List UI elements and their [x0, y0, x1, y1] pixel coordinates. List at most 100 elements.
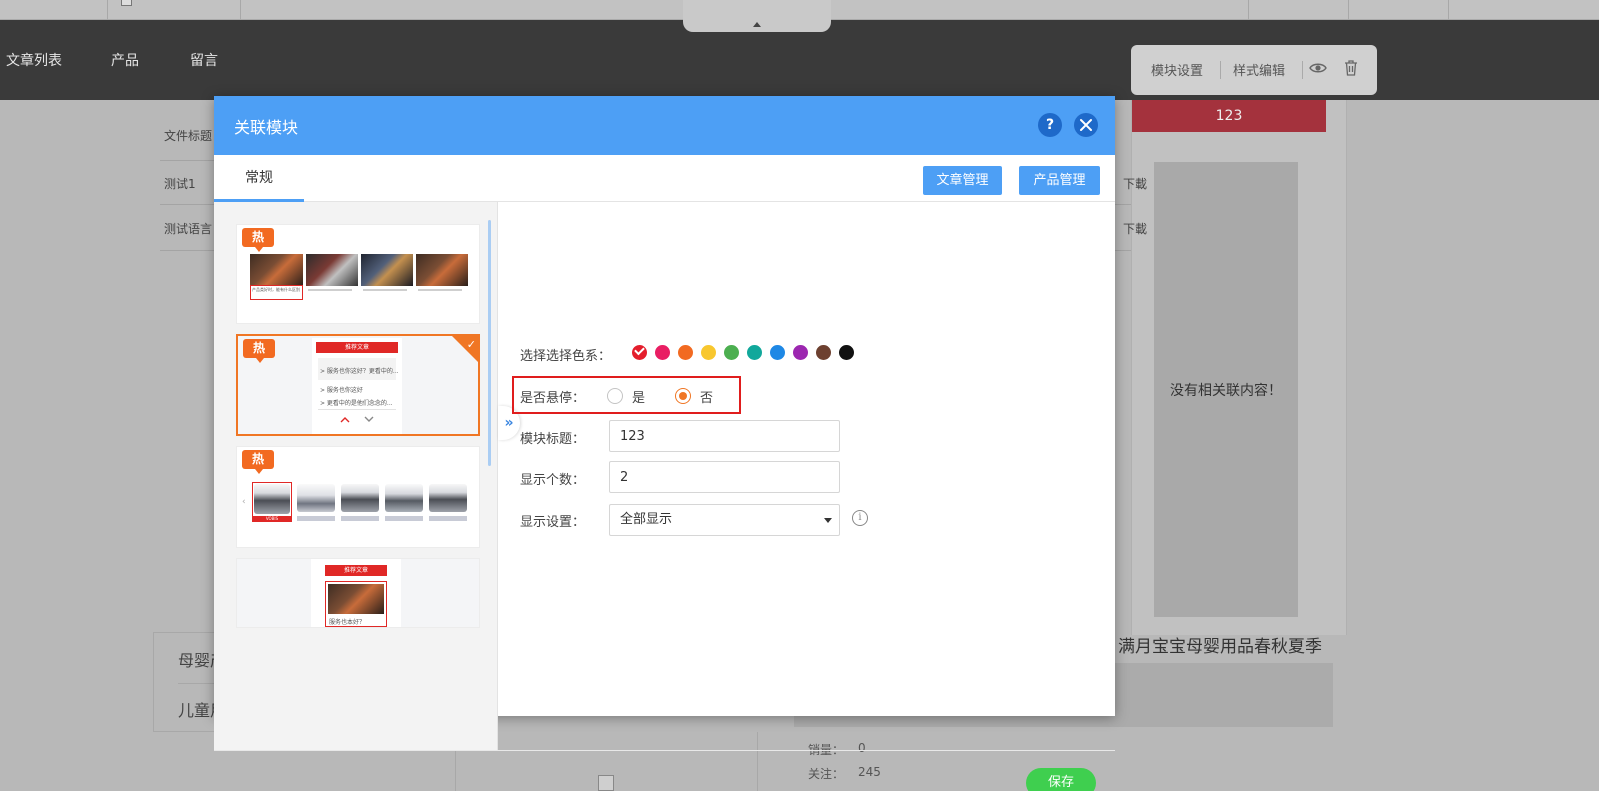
related-module-dialog: 关联模块 ? 常规 文章管理 产品管理 热 产品类好时，能有什么区别 热 ✓ 推…: [214, 96, 1115, 791]
nav-item-articles[interactable]: 文章列表: [6, 50, 62, 70]
template-preview: 推荐文章 服务也本好？: [311, 559, 401, 627]
help-icon[interactable]: ?: [1038, 113, 1062, 137]
template-card[interactable]: 热 产品类好时，能有什么区别: [236, 224, 480, 324]
caret-down-icon: [824, 518, 832, 523]
template-line: > 服务也你这好？更看中的...: [320, 368, 399, 375]
nav-item-messages[interactable]: 留言: [190, 50, 218, 70]
dialog-title: 关联模块: [234, 118, 299, 137]
display-settings-label: 显示设置：: [520, 515, 586, 530]
template-divider: [318, 409, 396, 410]
template-thumbnail: [361, 254, 413, 286]
list-divider: [160, 204, 222, 205]
placeholder-line: [308, 289, 352, 291]
file-title-header: 文件标题: [164, 129, 213, 143]
product-management-button[interactable]: 产品管理: [1019, 166, 1100, 195]
style-edit-button[interactable]: 样式编辑: [1233, 60, 1285, 79]
color-swatch[interactable]: [747, 345, 762, 360]
color-swatch[interactable]: [770, 345, 785, 360]
product-label-placeholder: [429, 516, 467, 521]
product-thumbnail: [341, 484, 379, 512]
hot-badge: 热: [242, 450, 274, 474]
list-item[interactable]: 测试语言: [164, 220, 212, 237]
placeholder-line: [418, 289, 462, 291]
template-header-bar: 推荐文章: [325, 565, 387, 576]
hover-no-radio[interactable]: [675, 388, 691, 404]
display-count-label: 显示个数：: [520, 473, 586, 488]
template-card-selected[interactable]: 热 ✓ 推荐文章 > 服务也你这好？更看中的... > 服务也你这好 > 更看中…: [236, 334, 480, 436]
template-scrollbar[interactable]: [488, 220, 491, 466]
check-icon: ✓: [466, 338, 476, 351]
template-thumbnail: [306, 254, 358, 286]
product-thumbnail: [429, 484, 467, 512]
dialog-tabs: 常规 文章管理 产品管理: [214, 155, 1115, 202]
toolbar-divider: [1220, 61, 1221, 79]
collapse-toolbar-tab[interactable]: [683, 0, 831, 32]
product-label-placeholder: [385, 516, 423, 521]
top-bar-divider: [1348, 0, 1349, 20]
template-list: 热 产品类好时，能有什么区别 热 ✓ 推荐文章 > 服务也你这好？更看中的...…: [214, 202, 498, 750]
checkbox[interactable]: [121, 0, 132, 6]
template-card[interactable]: 热 ‹ VOBIS: [236, 446, 480, 548]
template-thumbnail: [328, 584, 384, 614]
display-settings-value: 全部显示: [620, 512, 673, 527]
product-thumbnail: [297, 484, 335, 512]
list-item[interactable]: 测试1: [164, 175, 196, 192]
color-swatch[interactable]: [793, 345, 808, 360]
template-caption: 服务也本好？: [329, 619, 366, 626]
close-icon[interactable]: [1074, 113, 1098, 137]
hot-badge: 热: [242, 228, 274, 252]
template-preview: 推荐文章 > 服务也你这好？更看中的... > 服务也你这好 > 更看中的是他们…: [312, 338, 402, 434]
dialog-footer: 保存: [214, 750, 1115, 791]
color-swatch[interactable]: [701, 345, 716, 360]
product-label-placeholder: [297, 516, 335, 521]
color-swatch[interactable]: [655, 345, 670, 360]
save-button[interactable]: 保存: [1026, 768, 1096, 791]
template-line: > 更看中的是他们念念的...: [320, 400, 393, 407]
color-swatch[interactable]: [839, 345, 854, 360]
eye-icon[interactable]: [1309, 59, 1327, 77]
module-settings-button[interactable]: 模块设置: [1151, 60, 1203, 79]
chevron-up-icon: [753, 22, 761, 27]
trash-icon[interactable]: [1343, 59, 1359, 77]
product-thumbnail: [254, 484, 290, 514]
related-side-panel: 123 没有相关联内容！: [1131, 100, 1347, 635]
dialog-header: 关联模块 ?: [214, 96, 1115, 155]
template-card[interactable]: 推荐文章 服务也本好？: [236, 558, 480, 628]
check-icon: [634, 344, 645, 356]
nav-item-products[interactable]: 产品: [111, 50, 139, 70]
top-bar-divider: [1248, 0, 1249, 20]
hover-yes-label[interactable]: 是: [632, 387, 645, 406]
top-bar-divider: [1448, 0, 1449, 20]
color-swatch[interactable]: [724, 345, 739, 360]
module-settings-form: 选择选择色系： 是否悬停： 是 否 模块标题： 显示个数： 显示设置： 全部显示…: [512, 202, 1115, 738]
display-count-input[interactable]: [609, 461, 840, 493]
template-thumbnail: [416, 254, 468, 286]
product-label: VOBIS: [253, 516, 291, 522]
module-title-label: 模块标题：: [520, 432, 586, 447]
download-link[interactable]: 下載: [1123, 220, 1147, 237]
chevron-left-icon: ‹: [242, 497, 246, 507]
hover-label: 是否悬停：: [520, 391, 586, 406]
module-title-input[interactable]: [609, 420, 840, 452]
product-title[interactable]: 满月宝宝母婴用品春秋夏季: [1118, 632, 1322, 657]
article-management-button[interactable]: 文章管理: [923, 166, 1002, 195]
empty-state-text: 没有相关联内容！: [1154, 162, 1298, 617]
color-swatch[interactable]: [678, 345, 693, 360]
top-bar-divider: [240, 0, 241, 20]
hover-no-label[interactable]: 否: [700, 387, 713, 406]
template-header-bar: 推荐文章: [316, 342, 398, 353]
tab-general[interactable]: 常规: [214, 155, 304, 202]
product-thumbnail: [385, 484, 423, 512]
top-bar: [0, 0, 1599, 32]
info-icon[interactable]: i: [852, 510, 868, 526]
display-settings-select[interactable]: 全部显示: [609, 504, 840, 536]
side-panel-header: 123: [1132, 100, 1326, 132]
download-link[interactable]: 下載: [1123, 175, 1147, 192]
product-label-placeholder: [341, 516, 379, 521]
template-line: > 服务也你这好: [320, 387, 363, 394]
color-swatch[interactable]: [632, 344, 647, 360]
color-swatch[interactable]: [816, 345, 831, 360]
chevron-up-icon: [340, 417, 350, 423]
list-divider: [160, 160, 222, 161]
hover-yes-radio[interactable]: [607, 388, 623, 404]
